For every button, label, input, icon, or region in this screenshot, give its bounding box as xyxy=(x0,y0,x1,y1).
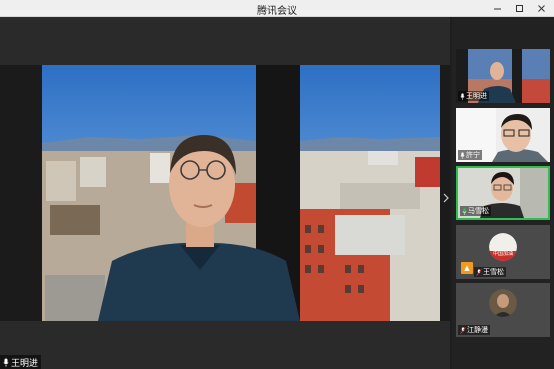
participant-name: 王明进 xyxy=(466,92,487,100)
main-video[interactable] xyxy=(0,65,450,321)
participant-label: 马雪松 xyxy=(460,206,491,216)
participant-label: 江静漫 xyxy=(458,325,490,335)
minimize-icon[interactable] xyxy=(486,0,508,17)
microphone-muted-icon xyxy=(460,326,466,334)
participant-tile[interactable]: 許宁 xyxy=(456,108,550,162)
main-stage xyxy=(0,17,450,369)
participant-tile[interactable]: 中国加油 ▲ 王雪松 xyxy=(456,225,550,279)
microphone-icon xyxy=(462,207,467,215)
participant-label: 許宁 xyxy=(458,150,482,160)
participant-tile-active[interactable]: 马雪松 xyxy=(456,166,550,220)
maximize-icon[interactable] xyxy=(508,0,530,17)
chevron-right-icon[interactable] xyxy=(442,187,450,209)
avatar: 中国加油 xyxy=(489,233,517,261)
close-icon[interactable] xyxy=(530,0,552,17)
participant-tile[interactable]: 王明进 xyxy=(456,49,550,103)
participant-sidebar: 王明进 許宁 马雪松 中国加油 ▲ 王雪松 江静漫 xyxy=(452,17,554,369)
speaker-name: 王明进 xyxy=(11,358,39,369)
avatar-text: 中国加油 xyxy=(493,250,513,257)
participant-name: 王雪松 xyxy=(483,268,504,276)
participant-tile[interactable]: 江静漫 xyxy=(456,283,550,337)
participant-name: 马雪松 xyxy=(468,207,489,215)
participant-name: 許宁 xyxy=(466,151,480,159)
participant-label: 王明进 xyxy=(458,91,489,101)
microphone-icon xyxy=(460,92,465,100)
host-badge-icon: ▲ xyxy=(461,262,473,274)
participant-label: 王雪松 xyxy=(474,267,506,277)
participant-name: 江静漫 xyxy=(467,326,488,334)
title-bar: 腾讯会议 xyxy=(0,0,554,17)
window-title: 腾讯会议 xyxy=(257,6,297,17)
microphone-icon xyxy=(3,358,9,367)
microphone-muted-icon xyxy=(476,268,482,276)
microphone-icon xyxy=(460,151,465,159)
speaker-name-tag: 王明进 xyxy=(0,355,42,369)
avatar xyxy=(489,289,517,317)
